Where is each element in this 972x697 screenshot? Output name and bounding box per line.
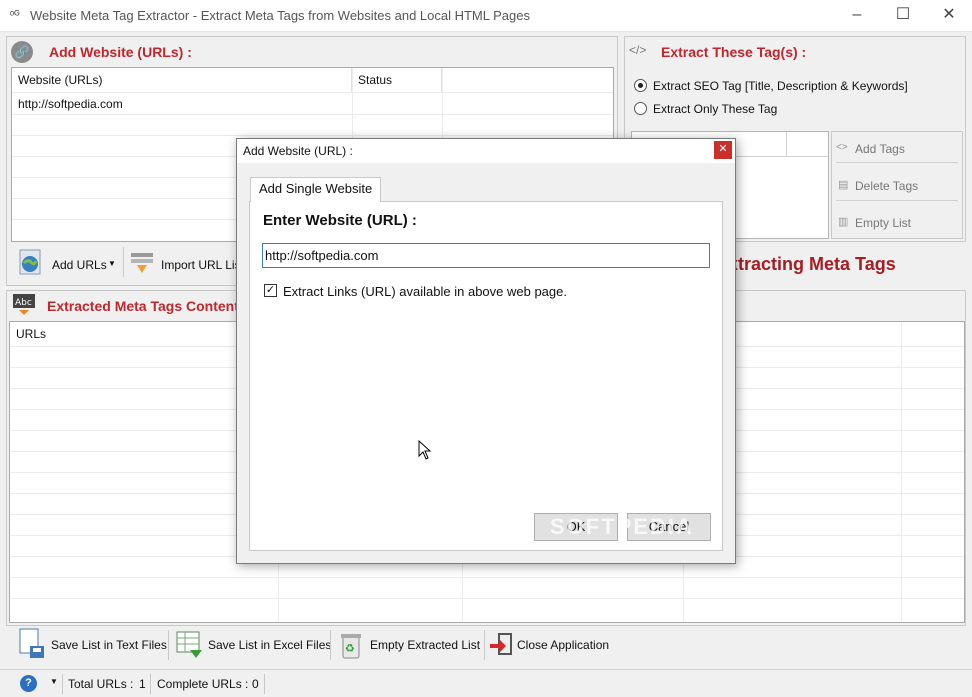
tab-add-single-website[interactable]: Add Single Website (250, 177, 382, 202)
tag-actions: <> Add Tags ▤ Delete Tags ▥ Empty List (831, 131, 963, 239)
add-website-title: Add Website (URLs) : (49, 44, 192, 60)
close-application-button[interactable]: Close Application (517, 638, 609, 652)
window-title: Website Meta Tag Extractor - Extract Met… (30, 8, 530, 23)
link-icon: 🔗 (11, 41, 33, 63)
delete-tags-button[interactable]: Delete Tags (855, 179, 918, 193)
save-excel-icon (176, 630, 206, 660)
extract-tags-title: Extract These Tag(s) : (661, 44, 807, 60)
url-input[interactable]: http://softpedia.com (262, 243, 710, 268)
add-website-dialog: Add Website (URL) : ✕ Enter Website (URL… (236, 138, 736, 564)
extract-links-checkbox[interactable]: ✓ (264, 284, 277, 297)
help-icon[interactable]: ? (20, 675, 37, 692)
import-icon (129, 251, 155, 275)
radio-only-these-tag[interactable] (634, 102, 647, 115)
abc-icon: Abc (13, 294, 35, 316)
close-window-button[interactable]: ✕ (926, 0, 972, 32)
svg-text:♻: ♻ (345, 642, 355, 655)
extracted-title: Extracted Meta Tags Content Lis (47, 298, 264, 314)
dialog-title: Add Website (URL) : (243, 144, 353, 158)
empty-extracted-button[interactable]: Empty Extracted List (370, 638, 480, 652)
import-url-list-button[interactable]: Import URL List (161, 258, 244, 272)
save-excel-button[interactable]: Save List in Excel Files (208, 638, 331, 652)
total-urls-value: 1 (139, 677, 146, 691)
bottom-toolbar: Save List in Text Files Save List in Exc… (6, 626, 966, 666)
total-urls-label: Total URLs : (68, 677, 134, 691)
maximize-button[interactable]: ☐ (880, 0, 926, 32)
radio-seo-tag[interactable] (634, 79, 647, 92)
tag-icon: </> (629, 43, 647, 57)
add-tags-icon: <> (836, 142, 848, 153)
url-row-1[interactable]: http://softpedia.com (12, 97, 123, 111)
mouse-cursor-icon (418, 439, 432, 460)
add-urls-button[interactable]: Add URLs (52, 258, 107, 272)
dialog-heading: Enter Website (URL) : (263, 212, 417, 229)
start-extracting-button[interactable]: xtracting Meta Tags (700, 246, 962, 282)
empty-list-button[interactable]: Empty List (855, 216, 911, 230)
column-header-url[interactable]: Website (URLs) (12, 68, 352, 92)
complete-urls-value: 0 (252, 677, 259, 691)
svg-text:Abc: Abc (15, 298, 32, 308)
help-dropdown-icon[interactable]: ▼ (50, 677, 58, 686)
minimize-button[interactable]: – (834, 0, 880, 32)
globe-icon (19, 249, 41, 275)
softpedia-watermark: SOFTPEDIA (550, 514, 694, 539)
empty-list-icon: ▥ (838, 216, 849, 228)
column-header-status[interactable]: Status (352, 68, 442, 92)
add-tags-button[interactable]: Add Tags (855, 142, 905, 156)
delete-tags-icon: ▤ (838, 179, 849, 191)
status-bar: ? ▼ Total URLs : 1 Complete URLs : 0 (0, 669, 972, 697)
app-icon: ᵒᴳ (10, 9, 20, 21)
chevron-down-icon[interactable]: ▼ (108, 259, 116, 268)
column-header-partial[interactable]: s (726, 322, 902, 346)
complete-urls-label: Complete URLs : (157, 677, 249, 691)
radio-only-these-tag-label: Extract Only These Tag (653, 102, 778, 116)
start-extracting-label: xtracting Meta Tags (728, 254, 896, 274)
save-text-button[interactable]: Save List in Text Files (51, 638, 167, 652)
title-bar: ᵒᴳ Website Meta Tag Extractor - Extract … (0, 0, 972, 32)
radio-seo-tag-label: Extract SEO Tag [Title, Description & Ke… (653, 79, 908, 93)
recycle-icon: ♻ (340, 632, 362, 660)
close-app-icon (490, 632, 514, 658)
dialog-title-bar: Add Website (URL) : ✕ (237, 139, 735, 163)
save-text-icon (18, 628, 46, 660)
extract-links-label: Extract Links (URL) available in above w… (283, 284, 567, 299)
dialog-close-button[interactable]: ✕ (714, 141, 732, 159)
